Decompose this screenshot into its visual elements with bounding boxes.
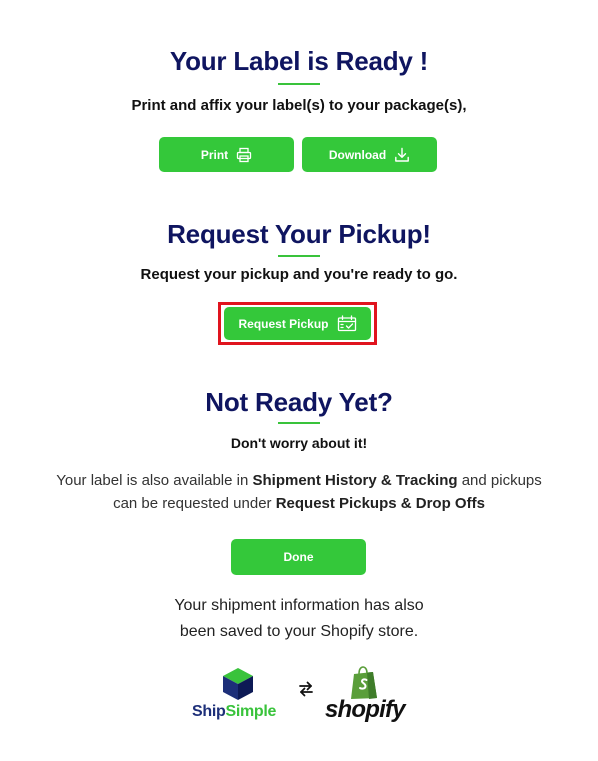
not-ready-subtitle: Don't worry about it! <box>230 435 368 451</box>
shopify-wordmark: shopify <box>325 696 406 723</box>
availability-text-part: Your label is also available in <box>56 472 253 489</box>
not-ready-title: Not Ready Yet? <box>205 387 393 417</box>
done-button-label: Done <box>283 550 314 564</box>
shipsimple-wordmark-part: Simple <box>225 703 277 720</box>
done-button[interactable]: Done <box>231 539 366 575</box>
print-button-label: Print <box>200 147 229 162</box>
shopify-note-line-2: been saved to your Shopify store. <box>179 623 419 640</box>
swap-arrows-icon <box>299 681 313 697</box>
label-ready-subtitle: Print and affix your label(s) to your pa… <box>131 97 467 114</box>
label-ready-title: Your Label is Ready ! <box>169 46 429 76</box>
request-pickup-button-label: Request Pickup <box>238 316 329 331</box>
title-underline <box>278 83 320 85</box>
shopify-note-line-1: Your shipment information has also <box>174 597 424 614</box>
title-underline <box>278 255 320 257</box>
request-pickups-link-text: Request Pickups & Drop Offs <box>275 495 485 512</box>
availability-text-part: can be requested under <box>113 495 276 512</box>
request-pickup-subtitle: Request your pickup and you're ready to … <box>140 266 458 283</box>
shipsimple-wordmark: ShipSimple <box>192 703 276 721</box>
download-button[interactable]: Download <box>302 137 437 172</box>
shipsimple-wordmark-part: Ship <box>192 703 226 720</box>
availability-text-part: and pickups <box>457 472 542 489</box>
request-pickup-button[interactable]: Request Pickup <box>224 307 371 340</box>
calendar-check-icon <box>337 315 356 332</box>
printer-icon <box>237 147 252 162</box>
title-underline <box>278 422 320 424</box>
shopify-logo: shopify <box>325 666 406 726</box>
availability-text-line-2: can be requested under Request Pickups &… <box>0 492 598 515</box>
shipment-history-link-text: Shipment History & Tracking <box>252 472 458 489</box>
download-icon <box>395 147 410 162</box>
availability-text-line-1: Your label is also available in Shipment… <box>0 469 598 492</box>
shopify-bag-icon <box>351 666 377 699</box>
shipsimple-logo: ShipSimple <box>192 667 288 727</box>
shipsimple-cube-icon <box>223 668 253 700</box>
print-button[interactable]: Print <box>159 137 294 172</box>
download-button-label: Download <box>328 147 387 162</box>
request-pickup-title: Request Your Pickup! <box>167 219 431 249</box>
